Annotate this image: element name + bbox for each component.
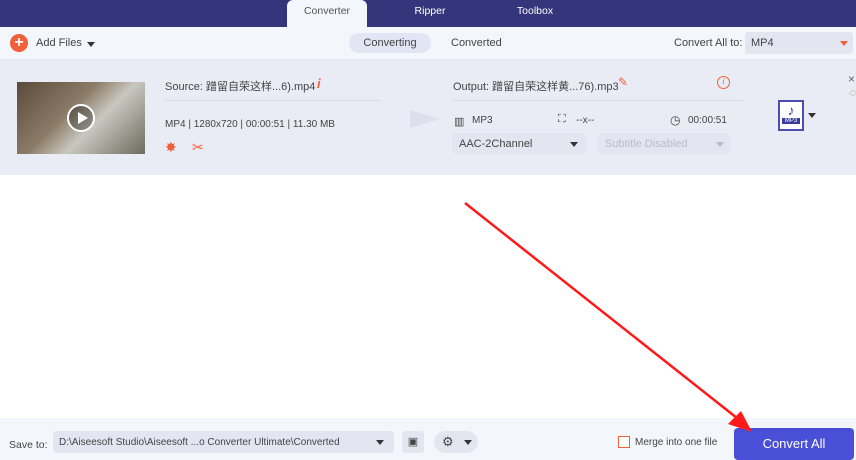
folder-icon[interactable]: ▣ xyxy=(402,431,424,453)
source-name: Source: 蹭留自荣这样...6).mp4 xyxy=(165,81,316,93)
gear-icon: ⚙ xyxy=(442,434,454,449)
chevron-down-icon xyxy=(840,41,848,46)
save-path-select[interactable]: D:\Aiseesoft Studio\Aiseesoft ...o Conve… xyxy=(53,431,394,453)
save-to-label: Save to: xyxy=(9,439,48,451)
play-icon[interactable] xyxy=(67,104,95,132)
convert-all-to-value: MP4 xyxy=(751,37,774,49)
toolbar: + Add Files Converting Converted Convert… xyxy=(0,27,856,60)
output-duration: 00:00:51 xyxy=(688,115,727,126)
file-item: Source: 蹭留自荣这样...6).mp4 i MP4 | 1280x720… xyxy=(0,60,856,175)
edit-icon[interactable]: ✎ xyxy=(618,75,628,89)
settings-button[interactable]: ⚙ xyxy=(434,431,478,453)
source-meta: MP4 | 1280x720 | 00:00:51 | 11.30 MB xyxy=(165,119,335,130)
music-note-icon: ♪ xyxy=(787,102,795,118)
enhance-icon[interactable]: ✸ xyxy=(165,139,177,156)
chevron-down-icon xyxy=(716,142,724,147)
source-duration: 00:00:51 xyxy=(245,119,285,130)
tab-ripper[interactable]: Ripper xyxy=(395,0,465,27)
convert-all-to-label: Convert All to: xyxy=(674,37,743,49)
chevron-down-icon xyxy=(464,440,472,445)
video-thumbnail[interactable] xyxy=(17,82,145,154)
tab-toolbox[interactable]: Toolbox xyxy=(500,0,570,27)
source-resolution: 1280x720 xyxy=(193,119,238,130)
info-icon[interactable]: i xyxy=(717,76,730,89)
output-format-button[interactable]: ♪ MP3 xyxy=(778,100,804,131)
output-format: MP3 xyxy=(472,115,493,126)
chevron-down-icon xyxy=(570,142,578,147)
subtitle-value: Subtitle Disabled xyxy=(605,138,688,150)
output-name: Output: 蹭留自荣这样黄...76).mp3 xyxy=(453,81,619,93)
add-icon[interactable]: + xyxy=(10,34,28,52)
tab-converter[interactable]: Converter xyxy=(287,0,367,27)
audio-track-select[interactable]: AAC-2Channel xyxy=(452,133,586,154)
clock-icon: ◷ xyxy=(670,113,681,127)
merge-label[interactable]: Merge into one file xyxy=(635,437,717,448)
merge-checkbox[interactable] xyxy=(618,436,630,448)
tab-converting[interactable]: Converting xyxy=(349,33,431,53)
source-format: MP4 xyxy=(165,119,186,130)
annotation-arrow-line xyxy=(464,202,743,423)
audio-track-value: AAC-2Channel xyxy=(459,138,533,150)
divider xyxy=(453,100,743,101)
chevron-down-icon xyxy=(376,440,384,445)
convert-all-button[interactable]: Convert All xyxy=(734,428,854,460)
source-size: 11.30 MB xyxy=(292,119,335,130)
info-icon[interactable]: i xyxy=(317,76,321,91)
add-files-button[interactable]: Add Files xyxy=(36,37,82,49)
divider xyxy=(165,100,380,101)
chevron-down-icon[interactable] xyxy=(808,113,816,118)
save-path-value: D:\Aiseesoft Studio\Aiseesoft ...o Conve… xyxy=(59,437,340,448)
film-icon: ▥ xyxy=(454,116,465,128)
resolution-icon: ⛶ xyxy=(558,113,566,125)
chevron-down-icon[interactable] xyxy=(87,42,95,47)
cut-icon[interactable]: ✂ xyxy=(192,139,204,156)
arrow-right-icon xyxy=(410,110,440,128)
format-badge: MP3 xyxy=(782,118,800,124)
bottom-bar: Save to: D:\Aiseesoft Studio\Aiseesoft .… xyxy=(0,418,856,460)
output-resolution: --x-- xyxy=(576,115,595,126)
reorder-icon[interactable]: ︿﹀ xyxy=(849,86,856,102)
convert-all-to-select[interactable]: MP4 xyxy=(745,32,853,54)
tab-converted[interactable]: Converted xyxy=(451,37,502,49)
subtitle-select[interactable]: Subtitle Disabled xyxy=(598,133,730,154)
close-icon[interactable]: × xyxy=(848,72,855,86)
